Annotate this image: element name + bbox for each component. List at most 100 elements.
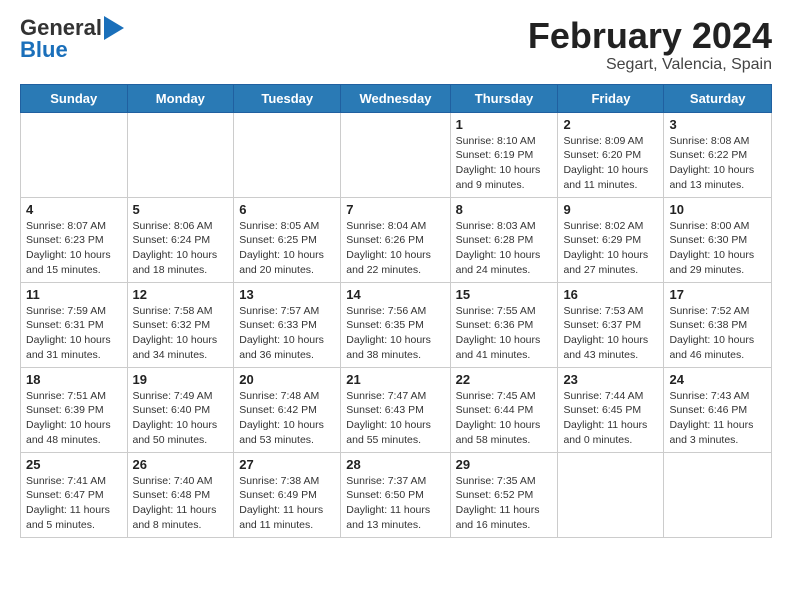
- day-number: 7: [346, 202, 444, 217]
- day-number: 24: [669, 372, 766, 387]
- day-info: Sunrise: 8:02 AMSunset: 6:29 PMDaylight:…: [563, 219, 658, 278]
- calendar-day-header: Saturday: [664, 84, 772, 112]
- day-number: 15: [456, 287, 553, 302]
- calendar-cell: 10Sunrise: 8:00 AMSunset: 6:30 PMDayligh…: [664, 197, 772, 282]
- calendar-cell: 7 Sunrise: 8:04 AMSunset: 6:26 PMDaylight…: [341, 197, 450, 282]
- calendar-week-row: 25 Sunrise: 7:41 AMSunset: 6:47 PMDayligh…: [21, 452, 772, 537]
- day-info: Sunrise: 8:10 AMSunset: 6:19 PMDaylight:…: [456, 134, 553, 193]
- page: General Blue February 2024 Segart, Valen…: [0, 0, 792, 558]
- calendar-cell: 26Sunrise: 7:40 AMSunset: 6:48 PMDayligh…: [127, 452, 234, 537]
- calendar-cell: 8Sunrise: 8:03 AMSunset: 6:28 PMDaylight…: [450, 197, 558, 282]
- calendar-day-header: Monday: [127, 84, 234, 112]
- calendar-cell: 4 Sunrise: 8:07 AMSunset: 6:23 PMDaylight…: [21, 197, 128, 282]
- day-number: 5: [133, 202, 229, 217]
- calendar-day-header: Sunday: [21, 84, 128, 112]
- day-info: Sunrise: 8:06 AMSunset: 6:24 PMDaylight:…: [133, 219, 229, 278]
- day-number: 25: [26, 457, 122, 472]
- calendar-cell: 25 Sunrise: 7:41 AMSunset: 6:47 PMDayligh…: [21, 452, 128, 537]
- calendar-cell: 14 Sunrise: 7:56 AMSunset: 6:35 PMDayligh…: [341, 282, 450, 367]
- day-number: 23: [563, 372, 658, 387]
- day-info: Sunrise: 7:35 AMSunset: 6:52 PMDaylight:…: [456, 474, 553, 533]
- day-info: Sunrise: 7:49 AMSunset: 6:40 PMDaylight:…: [133, 389, 229, 448]
- calendar-cell: [234, 112, 341, 197]
- day-info: Sunrise: 7:45 AMSunset: 6:44 PMDaylight:…: [456, 389, 553, 448]
- day-info: Sunrise: 7:53 AMSunset: 6:37 PMDaylight:…: [563, 304, 658, 363]
- logo-blue-text: Blue: [20, 38, 68, 62]
- day-number: 18: [26, 372, 122, 387]
- calendar-cell: 28 Sunrise: 7:37 AMSunset: 6:50 PMDayligh…: [341, 452, 450, 537]
- calendar-cell: 29 Sunrise: 7:35 AMSunset: 6:52 PMDayligh…: [450, 452, 558, 537]
- calendar-cell: 21Sunrise: 7:47 AMSunset: 6:43 PMDayligh…: [341, 367, 450, 452]
- calendar-cell: 6 Sunrise: 8:05 AMSunset: 6:25 PMDaylight…: [234, 197, 341, 282]
- day-info: Sunrise: 7:58 AMSunset: 6:32 PMDaylight:…: [133, 304, 229, 363]
- day-number: 10: [669, 202, 766, 217]
- calendar-cell: 23Sunrise: 7:44 AMSunset: 6:45 PMDayligh…: [558, 367, 664, 452]
- calendar-cell: 16 Sunrise: 7:53 AMSunset: 6:37 PMDayligh…: [558, 282, 664, 367]
- day-number: 16: [563, 287, 658, 302]
- day-info: Sunrise: 7:57 AMSunset: 6:33 PMDaylight:…: [239, 304, 335, 363]
- location: Segart, Valencia, Spain: [528, 56, 772, 74]
- calendar-cell: 17 Sunrise: 7:52 AMSunset: 6:38 PMDayligh…: [664, 282, 772, 367]
- calendar-day-header: Friday: [558, 84, 664, 112]
- day-info: Sunrise: 8:08 AMSunset: 6:22 PMDaylight:…: [669, 134, 766, 193]
- day-info: Sunrise: 7:37 AMSunset: 6:50 PMDaylight:…: [346, 474, 444, 533]
- calendar-day-header: Thursday: [450, 84, 558, 112]
- day-number: 3: [669, 117, 766, 132]
- calendar-cell: 3 Sunrise: 8:08 AMSunset: 6:22 PMDaylight…: [664, 112, 772, 197]
- calendar-cell: 24 Sunrise: 7:43 AMSunset: 6:46 PMDayligh…: [664, 367, 772, 452]
- day-info: Sunrise: 8:05 AMSunset: 6:25 PMDaylight:…: [239, 219, 335, 278]
- calendar-cell: [341, 112, 450, 197]
- day-number: 8: [456, 202, 553, 217]
- calendar: SundayMondayTuesdayWednesdayThursdayFrid…: [20, 84, 772, 538]
- calendar-week-row: 4 Sunrise: 8:07 AMSunset: 6:23 PMDaylight…: [21, 197, 772, 282]
- calendar-cell: 1Sunrise: 8:10 AMSunset: 6:19 PMDaylight…: [450, 112, 558, 197]
- day-number: 12: [133, 287, 229, 302]
- title-block: February 2024 Segart, Valencia, Spain: [528, 16, 772, 74]
- day-number: 19: [133, 372, 229, 387]
- day-info: Sunrise: 7:41 AMSunset: 6:47 PMDaylight:…: [26, 474, 122, 533]
- day-info: Sunrise: 7:47 AMSunset: 6:43 PMDaylight:…: [346, 389, 444, 448]
- calendar-cell: 2Sunrise: 8:09 AMSunset: 6:20 PMDaylight…: [558, 112, 664, 197]
- header: General Blue February 2024 Segart, Valen…: [20, 16, 772, 74]
- logo: General Blue: [20, 16, 124, 62]
- calendar-cell: [558, 452, 664, 537]
- day-info: Sunrise: 7:38 AMSunset: 6:49 PMDaylight:…: [239, 474, 335, 533]
- calendar-cell: 18 Sunrise: 7:51 AMSunset: 6:39 PMDayligh…: [21, 367, 128, 452]
- calendar-week-row: 18 Sunrise: 7:51 AMSunset: 6:39 PMDayligh…: [21, 367, 772, 452]
- calendar-cell: 5 Sunrise: 8:06 AMSunset: 6:24 PMDaylight…: [127, 197, 234, 282]
- day-info: Sunrise: 8:07 AMSunset: 6:23 PMDaylight:…: [26, 219, 122, 278]
- calendar-cell: 13Sunrise: 7:57 AMSunset: 6:33 PMDayligh…: [234, 282, 341, 367]
- day-info: Sunrise: 7:48 AMSunset: 6:42 PMDaylight:…: [239, 389, 335, 448]
- calendar-cell: [21, 112, 128, 197]
- calendar-cell: 19 Sunrise: 7:49 AMSunset: 6:40 PMDayligh…: [127, 367, 234, 452]
- day-info: Sunrise: 8:04 AMSunset: 6:26 PMDaylight:…: [346, 219, 444, 278]
- day-number: 14: [346, 287, 444, 302]
- day-info: Sunrise: 7:51 AMSunset: 6:39 PMDaylight:…: [26, 389, 122, 448]
- day-info: Sunrise: 7:59 AMSunset: 6:31 PMDaylight:…: [26, 304, 122, 363]
- day-number: 9: [563, 202, 658, 217]
- calendar-week-row: 1Sunrise: 8:10 AMSunset: 6:19 PMDaylight…: [21, 112, 772, 197]
- day-info: Sunrise: 7:55 AMSunset: 6:36 PMDaylight:…: [456, 304, 553, 363]
- calendar-cell: 22 Sunrise: 7:45 AMSunset: 6:44 PMDayligh…: [450, 367, 558, 452]
- day-info: Sunrise: 7:43 AMSunset: 6:46 PMDaylight:…: [669, 389, 766, 448]
- calendar-cell: 15 Sunrise: 7:55 AMSunset: 6:36 PMDayligh…: [450, 282, 558, 367]
- month-title: February 2024: [528, 16, 772, 56]
- calendar-cell: 12 Sunrise: 7:58 AMSunset: 6:32 PMDayligh…: [127, 282, 234, 367]
- calendar-cell: [664, 452, 772, 537]
- day-number: 22: [456, 372, 553, 387]
- day-number: 4: [26, 202, 122, 217]
- day-number: 28: [346, 457, 444, 472]
- calendar-cell: [127, 112, 234, 197]
- day-number: 17: [669, 287, 766, 302]
- calendar-cell: 27Sunrise: 7:38 AMSunset: 6:49 PMDayligh…: [234, 452, 341, 537]
- day-number: 20: [239, 372, 335, 387]
- day-number: 2: [563, 117, 658, 132]
- calendar-cell: 11 Sunrise: 7:59 AMSunset: 6:31 PMDayligh…: [21, 282, 128, 367]
- day-number: 29: [456, 457, 553, 472]
- calendar-cell: 9 Sunrise: 8:02 AMSunset: 6:29 PMDaylight…: [558, 197, 664, 282]
- day-info: Sunrise: 7:52 AMSunset: 6:38 PMDaylight:…: [669, 304, 766, 363]
- calendar-cell: 20 Sunrise: 7:48 AMSunset: 6:42 PMDayligh…: [234, 367, 341, 452]
- day-info: Sunrise: 7:56 AMSunset: 6:35 PMDaylight:…: [346, 304, 444, 363]
- day-number: 11: [26, 287, 122, 302]
- day-number: 6: [239, 202, 335, 217]
